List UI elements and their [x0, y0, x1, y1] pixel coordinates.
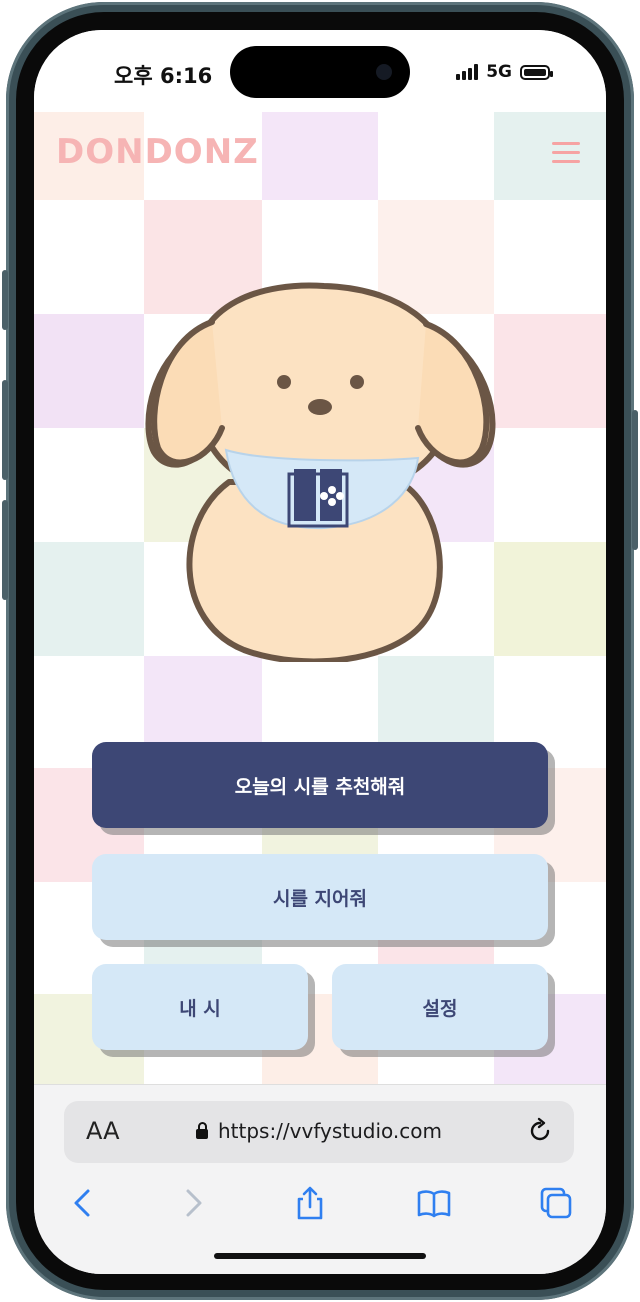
hamburger-icon[interactable] [552, 142, 580, 164]
status-bar: 오후 6:16 5G [34, 30, 606, 112]
status-time: 오후 6:16 [114, 64, 213, 88]
forward-icon[interactable] [174, 1185, 210, 1221]
recommend-poem-button[interactable]: 오늘의 시를 추천해줘 [92, 742, 548, 828]
phone-volume-up [2, 380, 8, 480]
browser-toolbar [34, 1181, 606, 1227]
home-indicator [214, 1253, 426, 1259]
battery-icon [520, 64, 553, 80]
tabs-icon[interactable] [538, 1185, 574, 1221]
phone-screen: 오후 6:16 5G DONDONZ 오늘의 시를 추천해줘 시를 지어줘 내 … [34, 30, 606, 1274]
reload-icon[interactable] [526, 1117, 554, 1145]
status-indicators: 5G [456, 62, 553, 82]
lock-icon [195, 1122, 208, 1139]
url-display[interactable]: https://vvfystudio.com [64, 1119, 574, 1143]
phone-action-button [2, 270, 8, 330]
my-poems-button[interactable]: 내 시 [92, 964, 308, 1050]
signal-icon [456, 64, 479, 80]
camera-icon [376, 64, 392, 80]
webpage: DONDONZ 오늘의 시를 추천해줘 시를 지어줘 내 시 설정 [34, 112, 606, 1084]
url-text: https://vvfystudio.com [217, 1119, 443, 1143]
puppy-illustration [145, 282, 496, 662]
site-header: DONDONZ [34, 112, 606, 196]
phone-volume-down [2, 500, 8, 600]
network-label: 5G [486, 62, 512, 82]
site-logo[interactable]: DONDONZ [56, 132, 259, 172]
write-poem-button[interactable]: 시를 지어줘 [92, 854, 548, 940]
address-bar[interactable]: AA https://vvfystudio.com [64, 1101, 574, 1163]
back-icon[interactable] [66, 1185, 102, 1221]
share-icon[interactable] [292, 1185, 328, 1221]
bookmarks-icon[interactable] [416, 1185, 452, 1221]
settings-button[interactable]: 설정 [332, 964, 548, 1050]
phone-power-button [632, 410, 638, 550]
safari-bottom-bar: AA https://vvfystudio.com [34, 1084, 606, 1274]
dynamic-island [230, 46, 410, 98]
